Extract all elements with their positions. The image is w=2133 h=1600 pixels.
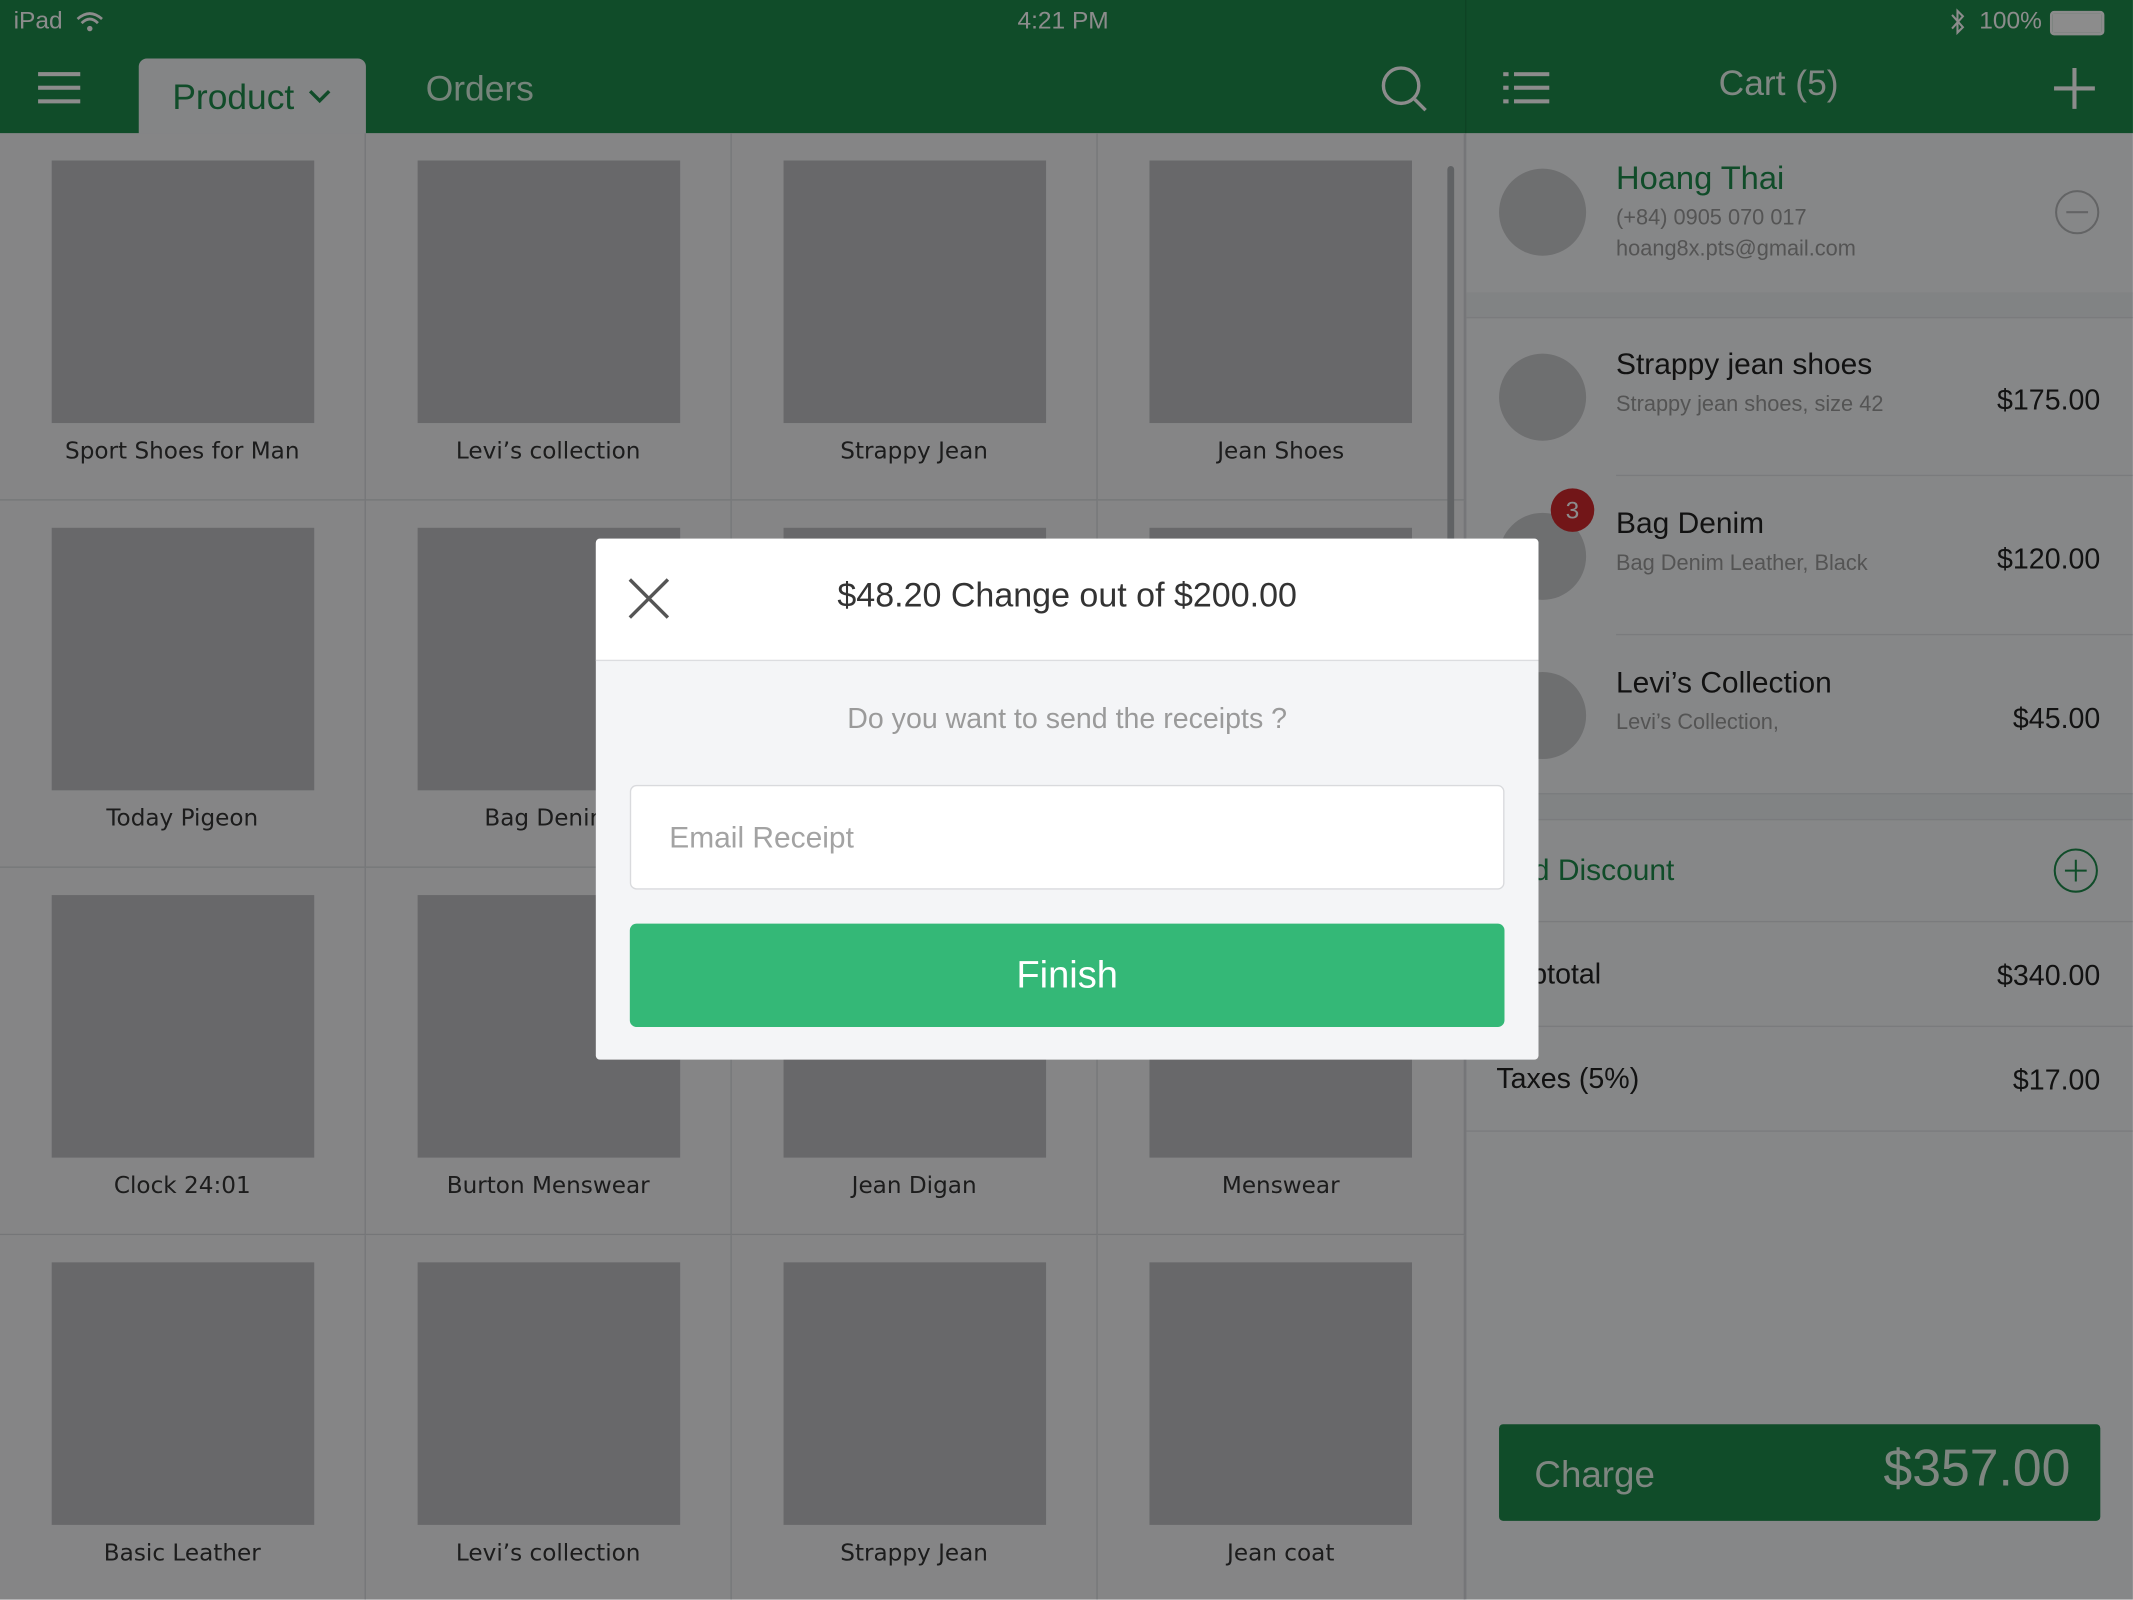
modal-title: $48.20 Change out of $200.00 [837,576,1297,615]
change-modal: $48.20 Change out of $200.00 Do you want… [595,538,1539,1060]
finish-button[interactable]: Finish [629,923,1505,1028]
email-receipt-input[interactable] [629,784,1505,890]
receipt-question: Do you want to send the receipts ? [847,703,1288,735]
